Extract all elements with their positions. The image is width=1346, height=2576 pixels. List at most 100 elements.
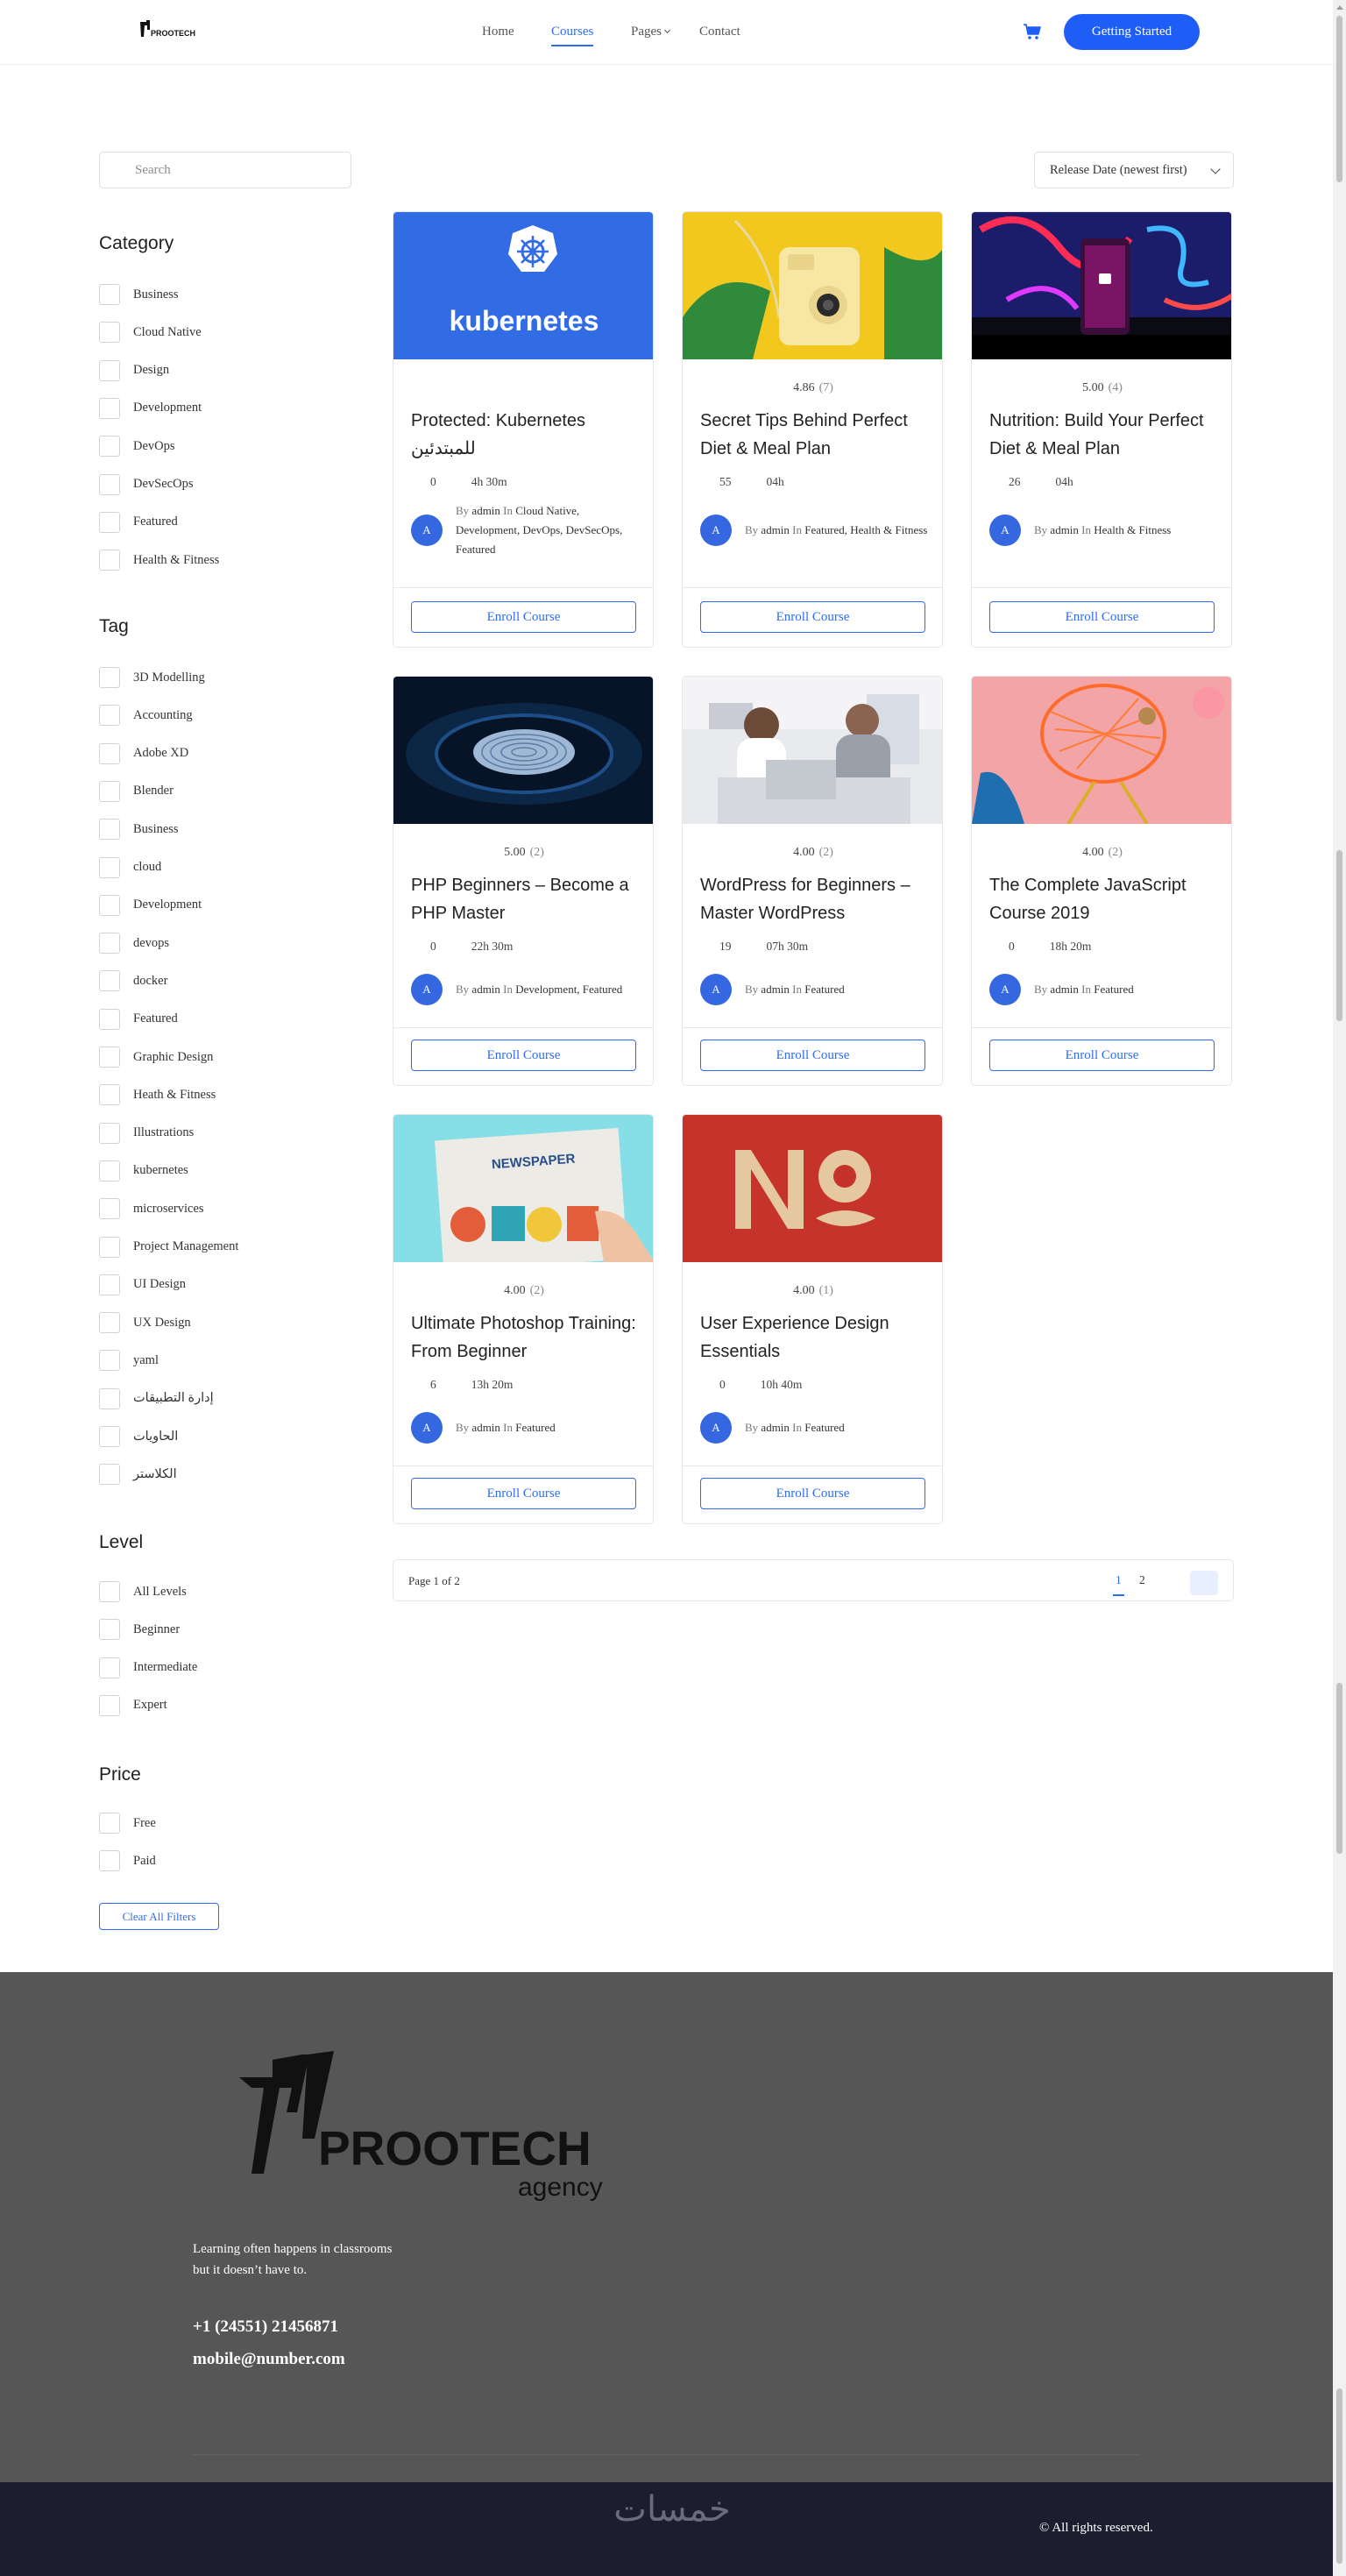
tag-filter-accounting[interactable]: Accounting [99, 705, 193, 727]
category-checkbox[interactable] [99, 397, 120, 419]
course-title[interactable]: PHP Beginners – Become a PHP Master [411, 871, 643, 927]
next-page-button[interactable] [1190, 1571, 1218, 1595]
page-1-link[interactable]: 1 [1113, 1573, 1124, 1596]
category-filter-business[interactable]: Business [99, 284, 179, 305]
course-thumbnail[interactable] [683, 212, 942, 359]
category-filter-design[interactable]: Design [99, 359, 169, 381]
level-filter-intermediate[interactable]: Intermediate [99, 1657, 197, 1678]
tag-filter-business[interactable]: Business [99, 819, 179, 841]
tag-filter-إدارة-التطبيقات[interactable]: إدارة التطبيقات [99, 1387, 214, 1409]
tag-checkbox[interactable] [99, 933, 120, 954]
tag-checkbox[interactable] [99, 1312, 120, 1334]
category-checkbox[interactable] [99, 436, 120, 458]
avatar[interactable]: A [989, 514, 1021, 546]
avatar[interactable]: A [411, 974, 443, 1005]
tag-filter-featured[interactable]: Featured [99, 1008, 178, 1030]
course-card[interactable]: 5.00 (2) PHP Beginners – Become a PHP Mast… [393, 676, 654, 1086]
category-checkbox[interactable] [99, 284, 120, 305]
tag-checkbox[interactable] [99, 667, 120, 688]
tag-checkbox[interactable] [99, 705, 120, 727]
author-name[interactable]: admin [761, 1421, 790, 1434]
tag-checkbox[interactable] [99, 1350, 120, 1372]
course-card[interactable]: 5.00 (4) Nutrition: Build Your Perfect Die… [971, 211, 1232, 648]
level-filter-expert[interactable]: Expert [99, 1694, 167, 1716]
course-thumbnail[interactable]: kubernetes [393, 212, 653, 359]
tag-checkbox[interactable] [99, 970, 120, 992]
course-categories[interactable]: Development, Featured [515, 983, 622, 996]
tag-checkbox[interactable] [99, 1047, 120, 1068]
enroll-course-button[interactable]: Enroll Course [411, 601, 636, 633]
course-title[interactable]: WordPress for Beginners – Master WordPre… [700, 871, 932, 927]
tag-filter-kubernetes[interactable]: kubernetes [99, 1160, 188, 1182]
category-filter-devops[interactable]: DevOps [99, 436, 175, 458]
tag-filter-blender[interactable]: Blender [99, 780, 174, 802]
page-scrollbar[interactable] [1333, 0, 1346, 2576]
enroll-course-button[interactable]: Enroll Course [989, 1040, 1215, 1071]
course-thumbnail[interactable] [683, 677, 942, 824]
level-checkbox[interactable] [99, 1581, 120, 1602]
tag-filter-docker[interactable]: docker [99, 970, 167, 992]
avatar[interactable]: A [411, 1412, 443, 1444]
course-card[interactable]: 4.00 (2) The Complete JavaScript Course 20… [971, 676, 1232, 1086]
author-name[interactable]: admin [1050, 523, 1079, 536]
course-thumbnail[interactable] [972, 212, 1231, 359]
tag-checkbox[interactable] [99, 1084, 120, 1106]
category-filter-devsecops[interactable]: DevSecOps [99, 473, 193, 495]
course-title[interactable]: Secret Tips Behind Perfect Diet & Meal P… [700, 407, 932, 463]
course-categories[interactable]: Featured [804, 983, 844, 996]
tag-filter-graphic-design[interactable]: Graphic Design [99, 1047, 213, 1068]
level-checkbox[interactable] [99, 1694, 120, 1716]
course-thumbnail[interactable] [683, 1115, 942, 1262]
tag-checkbox[interactable] [99, 856, 120, 878]
author-name[interactable]: admin [471, 983, 500, 996]
nav-home[interactable]: Home [482, 25, 514, 39]
price-checkbox[interactable] [99, 1850, 120, 1872]
level-filter-all-levels[interactable]: All Levels [99, 1581, 187, 1602]
search-input[interactable]: Search [99, 152, 351, 188]
scroll-thumb[interactable] [1336, 16, 1342, 182]
tag-filter-الكلاستر[interactable]: الكلاستر [99, 1464, 177, 1486]
price-filter-free[interactable]: Free [99, 1813, 156, 1834]
author-name[interactable]: admin [471, 504, 500, 517]
tag-filter-adobe-xd[interactable]: Adobe XD [99, 742, 188, 764]
course-thumbnail[interactable] [393, 677, 653, 824]
tag-filter-devops[interactable]: devops [99, 933, 169, 954]
enroll-course-button[interactable]: Enroll Course [411, 1478, 636, 1509]
category-checkbox[interactable] [99, 511, 120, 533]
category-checkbox[interactable] [99, 359, 120, 381]
nav-contact[interactable]: Contact [699, 25, 740, 39]
footer-phone[interactable]: +1 (24551) 21456871 [193, 2317, 338, 2337]
getting-started-button[interactable]: Getting Started [1064, 14, 1200, 50]
category-filter-cloud-native[interactable]: Cloud Native [99, 322, 202, 344]
tag-checkbox[interactable] [99, 1274, 120, 1295]
course-title[interactable]: The Complete JavaScript Course 2019 [989, 871, 1222, 927]
tag-filter-ux-design[interactable]: UX Design [99, 1312, 191, 1334]
nav-pages[interactable]: Pages [631, 25, 671, 39]
scroll-up-arrow[interactable] [1336, 5, 1343, 10]
sort-select[interactable]: Release Date (newest first) [1034, 152, 1234, 188]
course-categories[interactable]: Health & Fitness [1094, 523, 1171, 536]
tag-checkbox[interactable] [99, 1236, 120, 1258]
tag-filter-microservices[interactable]: microservices [99, 1198, 204, 1220]
level-checkbox[interactable] [99, 1619, 120, 1641]
course-card[interactable]: 4.00 (2) WordPress for Beginners – Master … [682, 676, 943, 1086]
enroll-course-button[interactable]: Enroll Course [700, 1478, 925, 1509]
tag-checkbox[interactable] [99, 1198, 120, 1220]
tag-filter-project-management[interactable]: Project Management [99, 1236, 238, 1258]
course-title[interactable]: Protected: Kubernetes للمبتدئين [411, 407, 643, 463]
course-card[interactable]: 4.00 (1) User Experience Design Essentials… [682, 1114, 943, 1524]
avatar[interactable]: A [989, 974, 1021, 1005]
category-checkbox[interactable] [99, 550, 120, 571]
course-categories[interactable]: Featured [1094, 983, 1133, 996]
tag-filter-illustrations[interactable]: Illustrations [99, 1122, 194, 1144]
cart-icon[interactable] [1023, 22, 1042, 41]
enroll-course-button[interactable]: Enroll Course [700, 1040, 925, 1071]
avatar[interactable]: A [411, 514, 443, 546]
avatar[interactable]: A [700, 974, 732, 1005]
tag-filter-yaml[interactable]: yaml [99, 1350, 159, 1372]
tag-filter-ui-design[interactable]: UI Design [99, 1274, 186, 1295]
tag-filter-heath-fitness[interactable]: Heath & Fitness [99, 1084, 216, 1106]
tag-checkbox[interactable] [99, 1160, 120, 1182]
avatar[interactable]: A [700, 514, 732, 546]
course-thumbnail[interactable]: NEWSPAPER [393, 1115, 653, 1262]
